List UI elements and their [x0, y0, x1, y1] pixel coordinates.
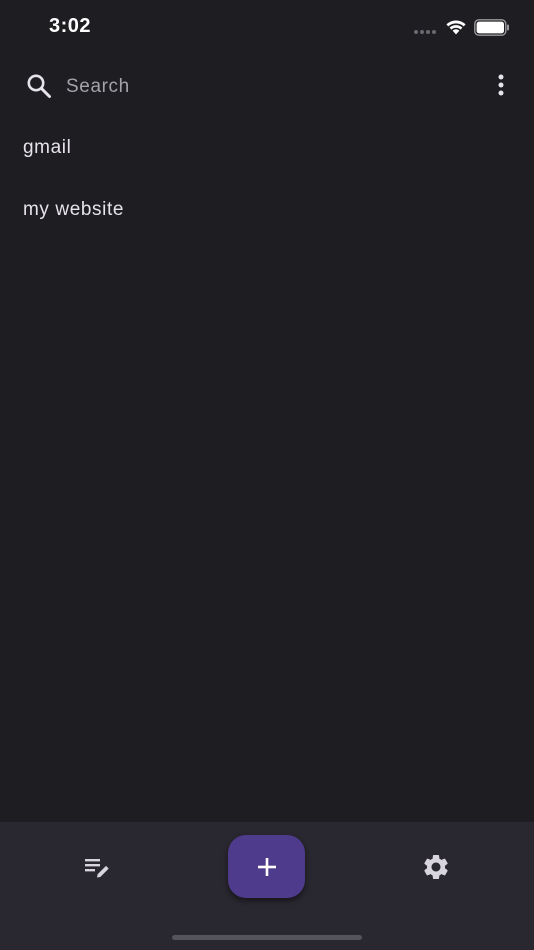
more-vertical-icon[interactable]	[490, 73, 512, 99]
settings-nav-button[interactable]	[418, 850, 454, 884]
status-time: 3:02	[49, 15, 92, 37]
battery-icon	[474, 19, 509, 36]
entries-nav-button[interactable]	[79, 852, 115, 884]
add-entry-button[interactable]	[228, 835, 305, 898]
bottom-bar	[0, 822, 534, 950]
list-item-gmail[interactable]: gmail	[0, 116, 534, 179]
home-indicator	[172, 935, 362, 940]
gear-icon	[424, 855, 448, 879]
status-bar: 3:02	[0, 0, 534, 56]
app-screen: 3:02 gmail my website	[0, 0, 534, 950]
search-input[interactable]	[66, 72, 466, 102]
entry-list: gmail my website	[0, 116, 534, 241]
edit-list-icon	[85, 859, 109, 878]
search-bar	[0, 62, 534, 110]
list-item-my-website[interactable]: my website	[0, 178, 534, 241]
search-icon[interactable]	[25, 72, 53, 100]
wifi-icon	[446, 20, 466, 35]
plus-icon	[257, 857, 276, 876]
cellular-signal-icon	[414, 30, 438, 34]
